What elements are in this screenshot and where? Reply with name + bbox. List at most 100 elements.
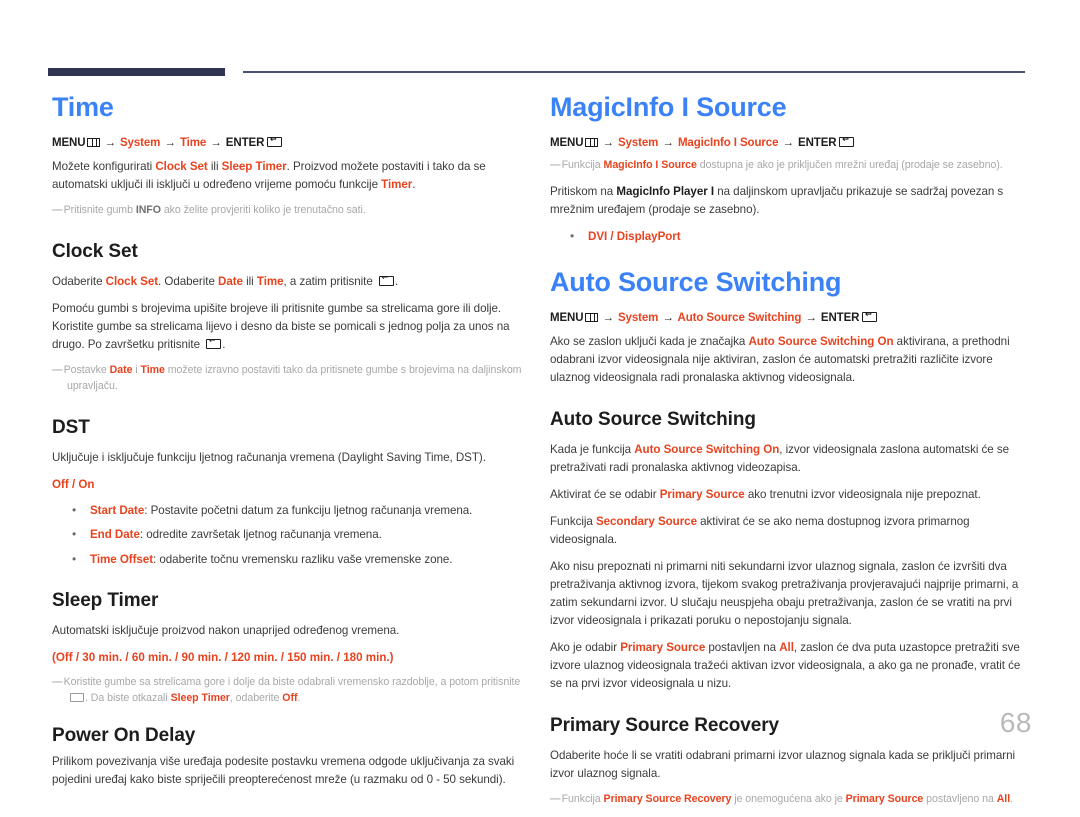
dst-options: Off / On — [52, 477, 95, 491]
text-run: ako trenutni izvor videosignala nije pre… — [744, 488, 981, 502]
menu-label: MENU — [52, 137, 86, 150]
text-run-red: Off — [282, 692, 298, 705]
text-run-red: Sleep Timer — [221, 160, 287, 174]
page-title-magicinfo-i-source: MagicInfo I Source — [550, 92, 787, 122]
list-item: Time Offset: odaberite točnu vremensku r… — [52, 550, 528, 568]
text-run: , a zatim pritisnite — [283, 274, 376, 288]
auto-source-paragraph-5: Ako je odabir Primary Source postavljen … — [550, 639, 1026, 693]
section-heading-clock-set: Clock Set — [52, 240, 138, 262]
menu-path-magicinfo: MENU → System → MagicInfo I Source → ENTE… — [550, 137, 1026, 149]
bullet-text: : odaberite točnu vremensku razliku vaše… — [153, 552, 453, 566]
clock-set-paragraph-2: Pomoću gumbi s brojevima upišite brojeve… — [52, 300, 528, 354]
arrow-icon: → — [782, 137, 794, 150]
auto-source-paragraph-4: Ako nisu prepoznati ni primarni niti sek… — [550, 558, 1026, 630]
text-run: Funkcija — [561, 159, 604, 172]
text-run-red: Date — [218, 274, 243, 288]
text-run: ili — [207, 160, 222, 174]
magicinfo-note: ― Funkcija MagicInfo I Source dostupna je… — [550, 158, 1026, 174]
text-run: ili — [242, 274, 257, 288]
text-run-red: Secondary Source — [595, 515, 697, 529]
text-run-red: Primary Source — [845, 792, 924, 805]
enter-label: ENTER — [820, 312, 860, 325]
text-run: , odaberite — [229, 692, 283, 705]
menu-item-system: System — [119, 137, 161, 150]
menu-path-auto-source-switching: MENU → System → Auto Source Switching → E… — [550, 312, 1026, 324]
magicinfo-paragraph-1: Pritiskom na MagicInfo Player I na dalji… — [550, 183, 1026, 219]
auto-source-paragraph-3: Funkcija Secondary Source aktivirat će s… — [550, 513, 1026, 549]
note-dash-icon: ― — [52, 363, 63, 376]
enter-return-icon: ↵ — [862, 312, 878, 323]
text-run: je onemogućena ako je — [731, 792, 846, 805]
power-on-delay-paragraph-1: Prilikom povezivanja više uređaja podesi… — [52, 755, 515, 787]
dst-bullet-list: Start Date: Postavite početni datum za f… — [52, 501, 528, 568]
list-item: Start Date: Postavite početni datum za f… — [52, 501, 528, 519]
time-intro-paragraph: Možete konfigurirati Clock Set ili Sleep… — [52, 158, 528, 194]
text-run-red: Primary Source — [659, 488, 745, 502]
text-run: Funkcija — [550, 515, 596, 529]
text-run-red: All — [996, 792, 1011, 805]
text-run: Ako nisu prepoznati ni primarni niti sek… — [550, 560, 1019, 627]
text-run: . Da biste otkazali — [85, 692, 171, 705]
text-run-red: Date — [109, 363, 133, 376]
left-column: Time MENU → System → Time → ENTER ↵ Možete… — [52, 92, 528, 798]
text-run: . — [394, 274, 399, 288]
section-heading-auto-source-switching: Auto Source Switching — [550, 409, 756, 431]
text-run: Pritiskom na — [550, 184, 617, 198]
header-accent-bar — [48, 68, 225, 76]
bullet-label: Time Offset — [90, 552, 154, 566]
manual-page: Time MENU → System → Time → ENTER ↵ Možete… — [0, 0, 1080, 805]
text-run: Ako se zaslon uključi kada je značajka — [550, 335, 749, 349]
bullet-text: : odredite završetak ljetnog računanja v… — [139, 528, 382, 542]
arrow-icon: → — [602, 312, 614, 325]
auto-source-paragraph-2: Aktivirat će se odabir Primary Source ak… — [550, 486, 1026, 504]
text-run: . — [412, 178, 416, 192]
primary-source-recovery-paragraph-1: Odaberite hoće li se vratiti odabrani pr… — [550, 748, 1016, 780]
arrow-icon: → — [602, 137, 614, 150]
text-run-red: Time — [256, 274, 284, 288]
text-run-red: Timer — [381, 178, 413, 192]
text-run: . — [222, 337, 226, 351]
text-run: Pritisnite gumb — [63, 203, 136, 216]
menu-label: MENU — [550, 312, 584, 325]
enter-return-icon: ↵ — [206, 338, 222, 349]
enter-return-icon: ↵ — [839, 137, 855, 148]
auto-source-paragraph-1: Kada je funkcija Auto Source Switching O… — [550, 441, 1026, 477]
page-number: 68 — [999, 707, 1032, 738]
note-dash-icon: ― — [52, 676, 63, 689]
note-dash-icon: ― — [52, 203, 63, 216]
text-run: Postavke — [63, 363, 110, 376]
sleep-timer-paragraph-1: Automatski isključuje proizvod nakon una… — [52, 624, 400, 638]
text-run-red: Primary Source — [620, 640, 706, 654]
text-run-red: Sleep Timer — [170, 692, 230, 705]
enter-return-icon: ↵ — [378, 275, 394, 286]
section-heading-primary-source-recovery: Primary Source Recovery — [550, 714, 779, 736]
header-rule-line — [243, 71, 1025, 73]
text-run-red: Primary Source Recovery — [603, 792, 732, 805]
text-run-bold: INFO — [135, 203, 161, 216]
menu-path-time: MENU → System → Time → ENTER ↵ — [52, 137, 528, 149]
sleep-timer-note: ― Koristite gumbe sa strelicama gore i do… — [52, 675, 528, 707]
text-run-bold: MagicInfo Player I — [616, 184, 715, 198]
magicinfo-bullet-list: DVI / DisplayPort — [550, 227, 1026, 245]
menu-item-system: System — [617, 137, 659, 150]
page-title-auto-source-switching: Auto Source Switching — [550, 267, 842, 298]
clock-set-note: ― Postavke Date i Time možete izravno pos… — [52, 363, 528, 395]
clock-set-paragraph-1: Odaberite Clock Set. Odaberite Date ili … — [52, 273, 528, 291]
enter-label: ENTER — [798, 137, 837, 150]
arrow-icon: → — [210, 137, 222, 150]
time-intro-note: ― Pritisnite gumb INFO ako želite provjer… — [52, 203, 528, 219]
dst-paragraph-1: Uključuje i isključuje funkciju ljetnog … — [52, 450, 486, 464]
menu-grid-icon — [87, 138, 101, 148]
bullet-label: Start Date — [90, 503, 145, 517]
text-run: dostupna je ako je priključen mrežni ure… — [696, 159, 1003, 172]
list-item: DVI / DisplayPort — [550, 227, 1026, 245]
bullet-label: DVI / DisplayPort — [588, 229, 681, 243]
menu-grid-icon — [585, 138, 599, 148]
text-run: postavljeno na — [923, 792, 997, 805]
text-run: postavljen na — [705, 640, 780, 654]
arrow-icon: → — [805, 312, 817, 325]
sleep-timer-options: (Off / 30 min. / 60 min. / 90 min. / 120… — [52, 651, 394, 665]
enter-return-icon: ↵ — [267, 137, 283, 148]
list-item: End Date: odredite završetak ljetnog rač… — [52, 525, 528, 543]
text-run: Pomoću gumbi s brojevima upišite brojeve… — [52, 301, 510, 351]
